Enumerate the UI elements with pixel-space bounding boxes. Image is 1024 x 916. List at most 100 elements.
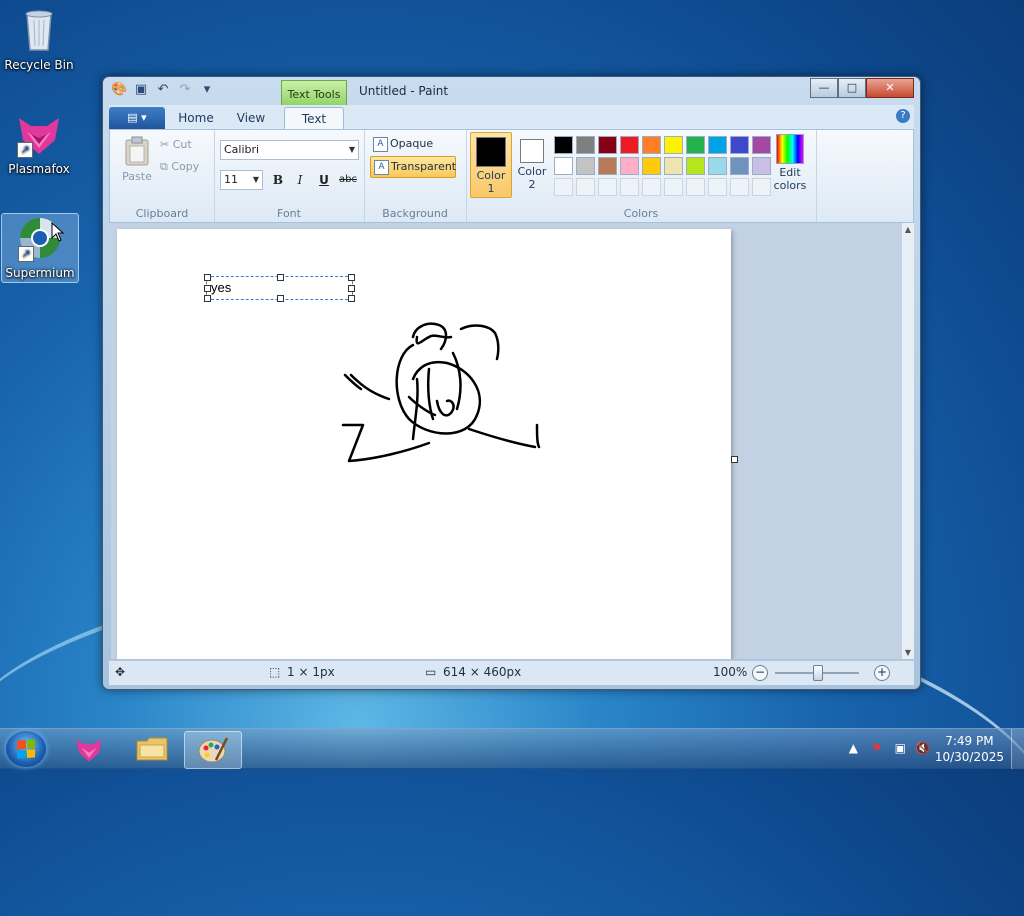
palette-color-swatch[interactable] <box>642 157 661 175</box>
palette-custom-slot[interactable] <box>576 178 595 196</box>
resize-handle[interactable] <box>348 285 355 292</box>
palette-color-swatch[interactable] <box>708 157 727 175</box>
close-button[interactable]: ✕ <box>866 78 914 98</box>
color-spectrum-icon <box>776 134 804 164</box>
undo-icon[interactable]: ↶ <box>155 82 171 98</box>
paint-menu-button[interactable]: ▤ ▾ <box>109 107 165 129</box>
taskbar-plasmafox[interactable] <box>62 731 118 767</box>
palette-color-swatch[interactable] <box>620 157 639 175</box>
canvas[interactable]: yes <box>117 229 731 659</box>
palette-custom-slot[interactable] <box>686 178 705 196</box>
canvas-area[interactable]: yes <box>111 223 902 659</box>
text-box[interactable]: yes <box>204 274 355 302</box>
palette-color-swatch[interactable] <box>598 157 617 175</box>
canvas-resize-handle[interactable] <box>731 456 738 463</box>
taskbar-file-explorer[interactable] <box>124 731 180 767</box>
strikethrough-button[interactable]: abc <box>336 170 360 190</box>
palette-color-swatch[interactable] <box>576 157 595 175</box>
palette-color-swatch[interactable] <box>598 136 617 154</box>
vertical-scrollbar[interactable]: ▲ ▼ <box>902 223 914 659</box>
maximize-button[interactable]: □ <box>838 78 866 98</box>
action-center-flag-icon[interactable]: ⚑ <box>871 741 882 755</box>
palette-color-swatch[interactable] <box>752 157 771 175</box>
copy-button[interactable]: ⧉ Copy <box>160 160 199 174</box>
color2-button[interactable]: Color 2 <box>512 132 552 196</box>
resize-handle[interactable] <box>204 274 211 281</box>
palette-color-swatch[interactable] <box>730 157 749 175</box>
clock[interactable]: 7:49 PM 10/30/2025 <box>935 733 1004 765</box>
palette-color-swatch[interactable] <box>620 136 639 154</box>
customize-qat-icon[interactable]: ▾ <box>199 82 215 98</box>
resize-handle[interactable] <box>277 295 284 302</box>
transparent-button[interactable]: A Transparent <box>370 156 456 178</box>
palette-color-swatch[interactable] <box>708 136 727 154</box>
selection-size-icon: ⬚ <box>269 665 281 679</box>
palette-custom-slot[interactable] <box>554 178 573 196</box>
resize-handle[interactable] <box>348 274 355 281</box>
volume-muted-icon[interactable]: 🔇 <box>915 741 930 755</box>
ribbon: Paste ✂ Cut ⧉ Copy Clipboard Calibri ▼ 1… <box>109 129 914 223</box>
text-box-content[interactable]: yes <box>211 280 231 295</box>
italic-button[interactable]: I <box>290 170 310 190</box>
font-size-dropdown[interactable]: 11 ▼ <box>220 170 263 190</box>
desktop-icon-supermium[interactable]: ↗ Supermium <box>1 213 79 283</box>
zoom-out-button[interactable]: − <box>752 665 768 681</box>
scroll-up-icon[interactable]: ▲ <box>902 225 914 234</box>
bold-button[interactable]: B <box>268 170 288 190</box>
opaque-icon: A <box>373 137 388 152</box>
palette-color-swatch[interactable] <box>554 136 573 154</box>
palette-color-swatch[interactable] <box>664 157 683 175</box>
zoom-slider-thumb[interactable] <box>813 665 823 681</box>
palette-custom-slot[interactable] <box>642 178 661 196</box>
palette-color-swatch[interactable] <box>576 136 595 154</box>
title-bar[interactable]: 🎨 ▣ ↶ ↷ ▾ Text Tools Untitled - Paint — … <box>103 77 920 107</box>
tab-text[interactable]: Text <box>284 107 344 130</box>
desktop-icon-label: Supermium <box>5 266 75 280</box>
desktop-icon-recycle-bin[interactable]: Recycle Bin <box>1 6 77 72</box>
save-icon[interactable]: ▣ <box>133 82 149 98</box>
group-label: Font <box>277 207 301 220</box>
palette-color-swatch[interactable] <box>664 136 683 154</box>
show-desktop-button[interactable] <box>1011 729 1024 769</box>
show-hidden-icons-icon[interactable]: ▲ <box>849 741 858 755</box>
underline-button[interactable]: U <box>314 170 334 190</box>
help-icon[interactable]: ? <box>896 109 910 123</box>
shortcut-arrow-icon: ↗ <box>17 142 33 158</box>
palette-custom-slot[interactable] <box>598 178 617 196</box>
caption-buttons: — □ ✕ <box>810 78 914 98</box>
color1-button[interactable]: Color 1 <box>470 132 512 198</box>
desktop-icon-plasmafox[interactable]: ↗ Plasmafox <box>1 110 77 176</box>
palette-color-swatch[interactable] <box>642 136 661 154</box>
cut-button[interactable]: ✂ Cut <box>160 138 192 151</box>
palette-color-swatch[interactable] <box>752 136 771 154</box>
palette-custom-slot[interactable] <box>620 178 639 196</box>
edit-colors-button[interactable]: Edit colors <box>772 134 808 192</box>
paint-app-icon[interactable]: 🎨 <box>111 82 127 98</box>
paste-button[interactable]: Paste <box>122 136 152 186</box>
palette-color-swatch[interactable] <box>730 136 749 154</box>
palette-color-swatch[interactable] <box>686 136 705 154</box>
scroll-down-icon[interactable]: ▼ <box>902 648 914 657</box>
network-icon[interactable]: ▣ <box>895 741 906 755</box>
resize-handle[interactable] <box>348 295 355 302</box>
palette-custom-slot[interactable] <box>752 178 771 196</box>
palette-custom-slot[interactable] <box>730 178 749 196</box>
redo-icon[interactable]: ↷ <box>177 82 193 98</box>
palette-color-swatch[interactable] <box>554 157 573 175</box>
tab-home[interactable]: Home <box>173 107 219 129</box>
tab-view[interactable]: View <box>229 107 273 129</box>
cut-label: Cut <box>172 138 192 151</box>
resize-handle[interactable] <box>204 295 211 302</box>
resize-handle[interactable] <box>277 274 284 281</box>
palette-custom-slot[interactable] <box>708 178 727 196</box>
font-family-dropdown[interactable]: Calibri ▼ <box>220 140 359 160</box>
minimize-button[interactable]: — <box>810 78 838 98</box>
resize-handle[interactable] <box>204 285 211 292</box>
opaque-button[interactable]: A Opaque <box>370 134 433 154</box>
colors-group: Color 1 Color 2 Edit colors Colors <box>466 130 817 222</box>
zoom-in-button[interactable]: + <box>874 665 890 681</box>
start-button[interactable] <box>6 731 46 767</box>
palette-custom-slot[interactable] <box>664 178 683 196</box>
taskbar-paint[interactable] <box>184 731 242 769</box>
palette-color-swatch[interactable] <box>686 157 705 175</box>
